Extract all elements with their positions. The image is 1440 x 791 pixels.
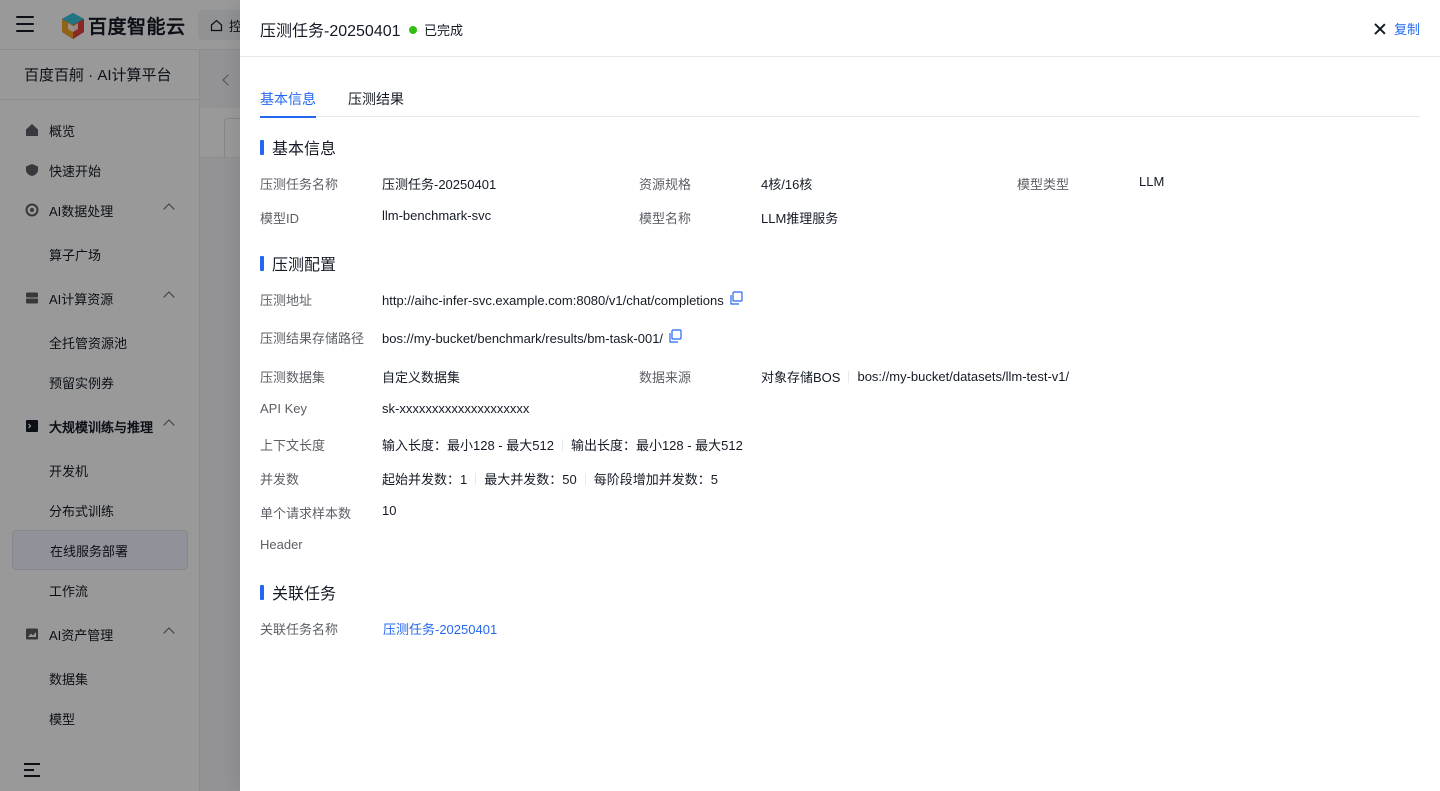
field-value-source: 对象存储BOS bos://my-bucket/datasets/llm-tes… xyxy=(761,367,1069,386)
field-label-model-type: 模型类型 xyxy=(1017,177,1070,192)
copy-icon[interactable] xyxy=(729,290,743,305)
step-concurrency: 每阶段增加并发数：5 xyxy=(593,472,718,487)
result-path-text: bos://my-bucket/benchmark/results/bm-tas… xyxy=(382,331,664,346)
field-value-api-key: sk-xxxxxxxxxxxxxxxxxxxx xyxy=(382,401,530,416)
field-value-context-length: 输入长度：最小128 - 最大512 输出长度：最小128 - 最大512 xyxy=(382,435,743,454)
field-value-task-name: 压测任务-20250401 xyxy=(382,177,497,192)
copy-button[interactable]: 复制 xyxy=(1374,19,1420,38)
field-label-model-id: 模型ID xyxy=(260,211,300,226)
drawer-header: 压测任务-20250401 已完成 复制 xyxy=(240,0,1440,57)
start-concurrency: 起始并发数：1 xyxy=(382,472,468,487)
field-value-resource: 4核/16核 xyxy=(761,177,813,192)
section-title-config: 压测配置 xyxy=(260,251,336,275)
field-label-samples: 单个请求样本数 xyxy=(260,506,352,521)
field-label-header: Header xyxy=(260,537,303,552)
field-value-concurrency: 起始并发数：1 最大并发数：50 每阶段增加并发数：5 xyxy=(382,469,718,488)
status-dot-icon xyxy=(409,25,417,34)
field-value-model-type: LLM xyxy=(1139,174,1165,189)
field-value-result-path: bos://my-bucket/benchmark/results/bm-tas… xyxy=(382,328,682,346)
copy-icon[interactable] xyxy=(668,328,682,343)
divider xyxy=(584,472,586,485)
task-detail-drawer: 压测任务-20250401 已完成 复制 基本信息 压测结果 基本信息 压测任务… xyxy=(240,0,1440,791)
section-title-basic: 基本信息 xyxy=(260,135,336,159)
field-label-address: 压测地址 xyxy=(260,293,313,308)
status-text: 已完成 xyxy=(424,23,464,38)
source-path: bos://my-bucket/datasets/llm-test-v1/ xyxy=(857,369,1070,384)
divider xyxy=(475,472,477,485)
field-label-dataset: 压测数据集 xyxy=(260,370,326,385)
field-label-task-name: 压测任务名称 xyxy=(260,177,339,192)
source-type: 对象存储BOS xyxy=(761,370,841,385)
field-label-api-key: API Key xyxy=(260,401,307,416)
tab-basic-info[interactable]: 基本信息 xyxy=(260,89,316,118)
tab-benchmark-result[interactable]: 压测结果 xyxy=(348,89,404,117)
divider xyxy=(848,370,850,383)
field-label-related-task: 关联任务名称 xyxy=(260,622,339,637)
related-task-link[interactable]: 压测任务-20250401 xyxy=(383,619,497,638)
field-value-model-id: llm-benchmark-svc xyxy=(382,208,492,223)
field-label-result-path: 压测结果存储路径 xyxy=(260,331,365,346)
field-value-model-name: LLM推理服务 xyxy=(761,211,839,226)
input-length: 输入长度：最小128 - 最大512 xyxy=(382,438,554,453)
address-text: http://aihc-infer-svc.example.com:8080/v… xyxy=(382,293,724,308)
field-label-resource: 资源规格 xyxy=(639,177,692,192)
field-label-context-length: 上下文长度 xyxy=(260,438,326,453)
field-label-concurrency: 并发数 xyxy=(260,472,300,487)
max-concurrency: 最大并发数：50 xyxy=(484,472,577,487)
field-value-dataset: 自定义数据集 xyxy=(382,370,461,385)
detail-tabs: 基本信息 压测结果 xyxy=(260,80,1420,118)
field-value-address: http://aihc-infer-svc.example.com:8080/v… xyxy=(382,290,743,308)
copy-button-label[interactable]: 复制 xyxy=(1394,19,1420,38)
status-badge: 已完成 xyxy=(409,20,463,39)
field-label-source: 数据来源 xyxy=(639,370,692,385)
close-icon[interactable] xyxy=(1374,23,1386,35)
field-label-model-name: 模型名称 xyxy=(639,211,692,226)
section-title-related: 关联任务 xyxy=(260,580,336,604)
output-length: 输出长度：最小128 - 最大512 xyxy=(570,438,743,453)
divider xyxy=(561,438,563,451)
field-value-samples: 10 xyxy=(382,503,397,518)
drawer-title: 压测任务-20250401 xyxy=(260,23,401,40)
